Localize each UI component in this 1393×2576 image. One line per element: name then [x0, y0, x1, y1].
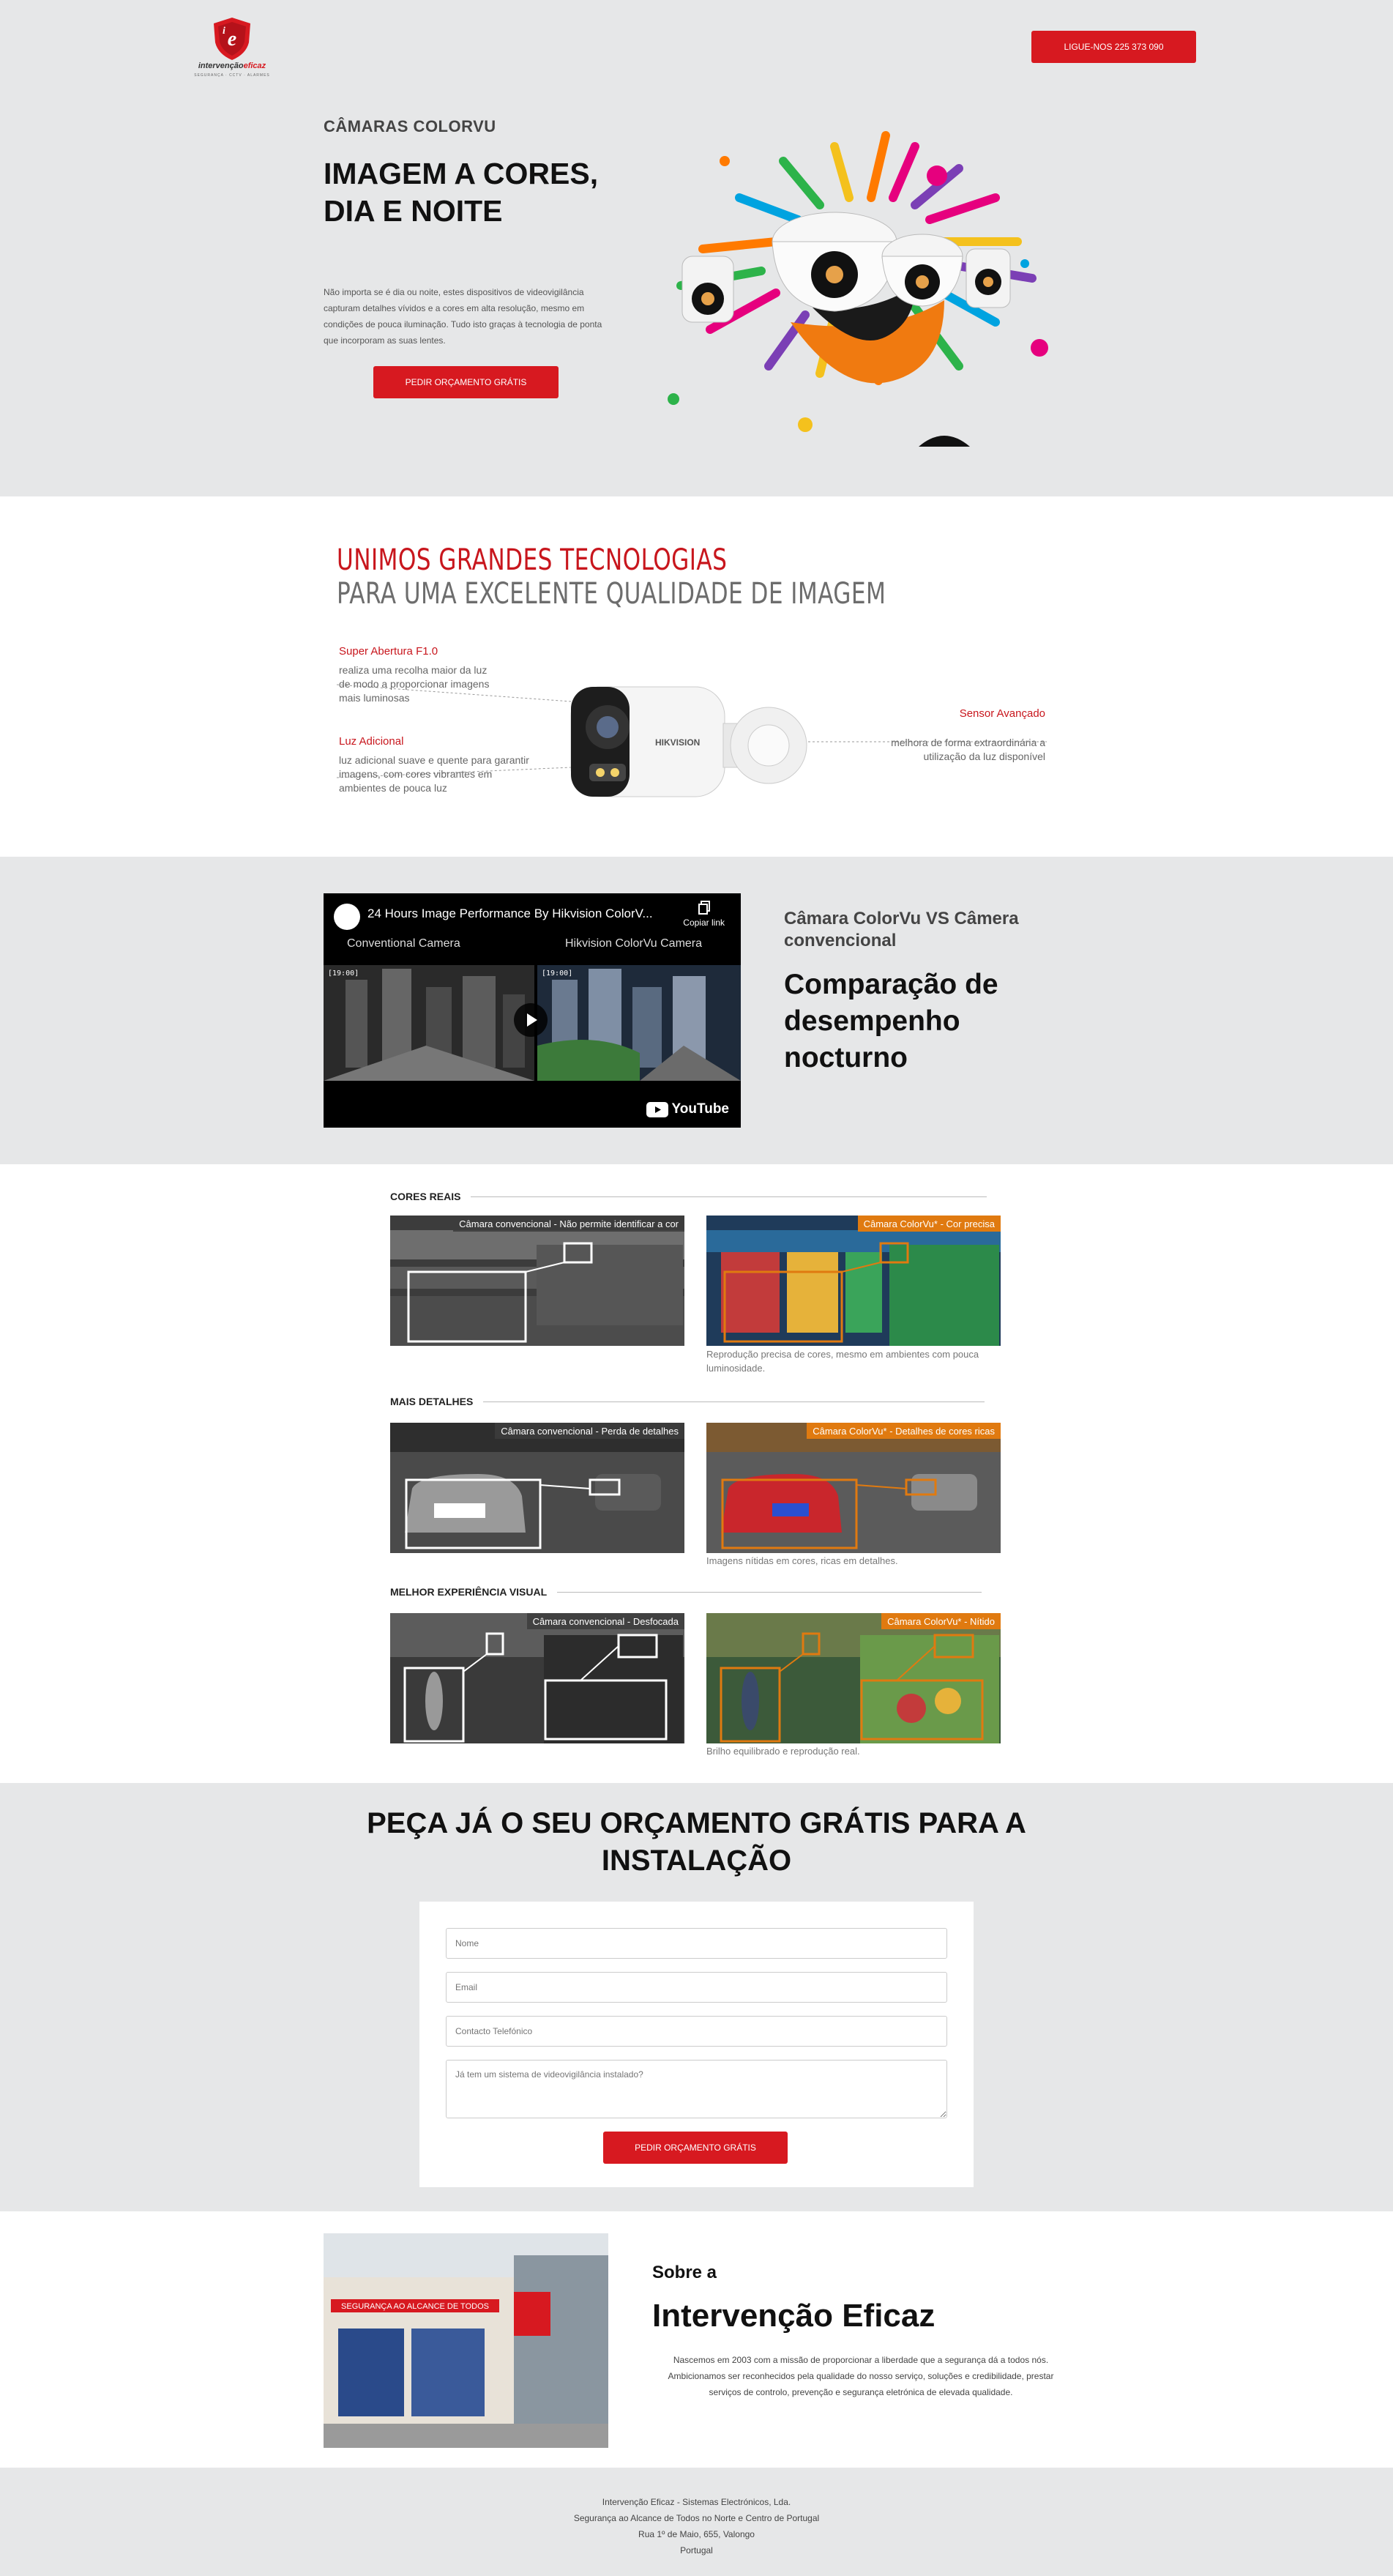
phone-field[interactable] — [446, 2016, 947, 2047]
logo-tagline: SEGURANÇA · CCTV · ALARMES — [194, 73, 270, 78]
footer: Intervenção Eficaz - Sistemas Electrónic… — [0, 2468, 1393, 2576]
svg-text:i: i — [223, 26, 225, 37]
hero-description: Não importa se é dia ou noite, estes dis… — [324, 287, 602, 346]
comparison-subtitle: Câmara ColorVu VS Câmera convencional — [784, 909, 1019, 950]
call-us-button[interactable]: LIGUE-NOS 225 373 090 — [1031, 31, 1196, 63]
colorvu-camera-label: Hikvision ColorVu Camera — [565, 937, 703, 950]
row-note: Reprodução precisa de cores, mesmo em am… — [706, 1349, 979, 1374]
image-caption: Câmara ColorVu* - Detalhes de cores rica… — [807, 1423, 1001, 1439]
footer-country: Portugal — [680, 2545, 713, 2555]
conventional-store-image: Câmara convencional - Não permite identi… — [390, 1216, 684, 1346]
hero-kicker: CÂMARAS COLORVU — [324, 117, 496, 135]
conventional-person-image: Câmara convencional - Desfocada — [390, 1613, 684, 1743]
submit-quote-button[interactable]: PEDIR ORÇAMENTO GRÁTIS — [603, 2132, 788, 2164]
hero-quote-button[interactable]: PEDIR ORÇAMENTO GRÁTIS — [373, 366, 559, 398]
row-note: Brilho equilibrado e reprodução real. — [706, 1746, 860, 1757]
channel-avatar[interactable] — [334, 904, 360, 930]
conventional-car-image: Câmara convencional - Perda de detalhes — [390, 1423, 684, 1553]
image-caption: Câmara convencional - Desfocada — [526, 1613, 684, 1629]
timestamp-left: [19:00] — [328, 969, 359, 978]
feature-text-light: luz adicional suave e quente para garant… — [339, 754, 529, 794]
colorvu-car-image: Câmara ColorVu* - Detalhes de cores rica… — [706, 1423, 1001, 1553]
quote-section: PEÇA JÁ O SEU ORÇAMENTO GRÁTIS PARA A IN… — [0, 1783, 1393, 2211]
svg-text:e: e — [228, 28, 236, 51]
night-city-gray-frame: [19:00] — [324, 965, 534, 1081]
feature-text-sensor: melhora de forma extraordinária a utiliz… — [891, 737, 1045, 762]
row-heading-text: CORES REAIS — [390, 1191, 461, 1202]
logo-wordmark: intervençãoeficaz — [198, 62, 266, 70]
shop-sign-text: SEGURANÇA AO ALCANCE DE TODOS — [341, 2302, 489, 2311]
shield-logo-icon: e i — [214, 18, 250, 60]
about-text: Nascemos em 2003 com a missão de proporc… — [668, 2355, 1054, 2397]
image-caption: Câmara ColorVu* - Cor precisa — [857, 1216, 1001, 1232]
copy-link-label: Copiar link — [683, 917, 725, 928]
tech-headline-secondary: PARA UMA EXCELENTE QUALIDADE DE IMAGEM — [337, 577, 886, 611]
footer-slogan: Segurança ao Alcance de Todos no Norte e… — [573, 2513, 820, 2523]
tech-headline-primary: UNIMOS GRANDES TECNOLOGIAS — [337, 543, 728, 577]
youtube-play-icon — [646, 1101, 668, 1117]
image-caption: Câmara convencional - Perda de detalhes — [495, 1423, 684, 1439]
row-note: Imagens nítidas em cores, ricas em detal… — [706, 1555, 898, 1566]
play-button[interactable] — [514, 1003, 548, 1037]
conventional-camera-label: Conventional Camera — [347, 937, 460, 950]
copy-icon — [698, 901, 710, 915]
message-field[interactable] — [446, 2060, 947, 2118]
row-heading-text: MELHOR EXPERIÊNCIA VISUAL — [390, 1586, 548, 1598]
youtube-wordmark: YouTube — [671, 1101, 729, 1117]
row-heading-true-colors: CORES REAIS — [390, 1191, 987, 1202]
play-icon — [527, 1013, 537, 1027]
brand-logo[interactable]: e i intervençãoeficaz SEGURANÇA · CCTV ·… — [192, 16, 272, 78]
footer-address: Rua 1º de Maio, 655, Valongo — [638, 2529, 755, 2539]
feature-text-aperture: realiza uma recolha maior da luz de modo… — [339, 664, 490, 704]
video-title[interactable]: 24 Hours Image Performance By Hikvision … — [367, 907, 653, 921]
colorvu-store-image: Câmara ColorVu* - Cor precisa — [706, 1216, 1001, 1346]
timestamp-right: [19:00] — [542, 969, 572, 978]
copy-link-button[interactable]: Copiar link — [683, 901, 725, 928]
feature-title-light: Luz Adicional — [339, 735, 404, 748]
quote-title: PEÇA JÁ O SEU ORÇAMENTO GRÁTIS PARA A IN… — [367, 1807, 1026, 1877]
image-caption: Câmara convencional - Não permite identi… — [453, 1216, 684, 1232]
name-field[interactable] — [446, 1928, 947, 1959]
storefront-photo: SEGURANÇA AO ALCANCE DE TODOS — [324, 2233, 608, 2448]
row-heading-more-details: MAIS DETALHES — [390, 1396, 985, 1407]
night-city-color-frame: [19:00] — [537, 965, 741, 1081]
hero-section: e i intervençãoeficaz SEGURANÇA · CCTV ·… — [0, 0, 1393, 496]
feature-title-aperture: Super Abertura F1.0 — [339, 645, 438, 658]
row-heading-visual-experience: MELHOR EXPERIÊNCIA VISUAL — [390, 1586, 982, 1598]
youtube-logo[interactable]: YouTube — [646, 1101, 729, 1117]
technology-section: UNIMOS GRANDES TECNOLOGIAS PARA UMA EXCE… — [0, 496, 1393, 857]
comparison-title: Comparação de desempenho nocturno — [784, 969, 998, 1073]
image-caption: Câmara ColorVu* - Nítido — [881, 1613, 1001, 1629]
feature-title-sensor: Sensor Avançado — [959, 707, 1045, 720]
colorvu-cameras-illustration — [668, 131, 1048, 447]
video-comparison-section: 24 Hours Image Performance By Hikvision … — [0, 857, 1393, 1164]
about-title: Intervenção Eficaz — [652, 2298, 935, 2334]
quote-form: PEDIR ORÇAMENTO GRÁTIS — [419, 1902, 974, 2187]
footer-company: Intervenção Eficaz - Sistemas Electrónic… — [602, 2497, 791, 2507]
camera-brand-label: HIKVISION — [655, 737, 700, 748]
about-subtitle: Sobre a — [652, 2263, 717, 2282]
about-section: SEGURANÇA AO ALCANCE DE TODOS Sobre a In… — [0, 2211, 1393, 2468]
hero-title: IMAGEM A CORES, DIA E NOITE — [324, 157, 599, 228]
colorvu-person-image: Câmara ColorVu* - Nítido — [706, 1613, 1001, 1743]
row-heading-text: MAIS DETALHES — [390, 1396, 474, 1407]
email-field[interactable] — [446, 1972, 947, 2003]
comparison-grid-section: CORES REAIS Câmara convencional - Não pe… — [0, 1164, 1393, 1783]
youtube-video-player[interactable]: 24 Hours Image Performance By Hikvision … — [324, 893, 741, 1128]
